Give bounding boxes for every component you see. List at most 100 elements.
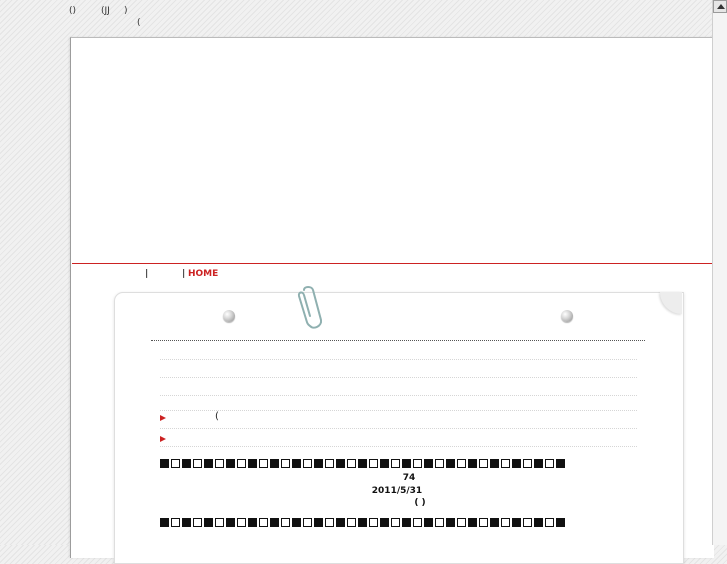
header-text-4: (: [137, 18, 141, 28]
square-mark: [325, 459, 334, 468]
paperclip-icon: [297, 286, 323, 329]
square-mark: [237, 518, 246, 527]
square-mark: [281, 518, 290, 527]
square-mark: [292, 518, 301, 527]
square-mark: [193, 518, 202, 527]
ruled-line: [160, 428, 637, 429]
home-link[interactable]: HOME: [188, 269, 218, 279]
square-mark: [501, 459, 510, 468]
header-text-1: (): [69, 6, 77, 16]
square-mark: [413, 518, 422, 527]
square-mark: [314, 459, 323, 468]
ruled-line: [160, 395, 637, 396]
square-mark: [435, 518, 444, 527]
square-mark: [347, 518, 356, 527]
square-mark: [501, 518, 510, 527]
square-mark: [347, 459, 356, 468]
square-mark: [545, 518, 554, 527]
square-mark: [402, 459, 411, 468]
square-mark: [402, 518, 411, 527]
square-mark: [391, 518, 400, 527]
square-mark: [336, 518, 345, 527]
square-mark: [446, 518, 455, 527]
square-mark: [270, 459, 279, 468]
square-mark: [534, 518, 543, 527]
paren-text: ( ): [414, 498, 426, 508]
nav-separator: |: [145, 269, 149, 279]
header-divider: [72, 263, 713, 264]
pin-icon: [223, 310, 235, 322]
square-mark: [424, 518, 433, 527]
square-mark: [446, 459, 455, 468]
square-mark: [237, 459, 246, 468]
triangle-bullet-icon: [160, 436, 166, 442]
nav-separator: |: [182, 269, 186, 279]
square-mark: [270, 518, 279, 527]
square-mark: [182, 518, 191, 527]
square-mark: [303, 518, 312, 527]
square-mark: [248, 459, 257, 468]
square-mark: [556, 518, 565, 527]
square-mark: [281, 459, 290, 468]
square-mark: [424, 459, 433, 468]
square-mark: [391, 459, 400, 468]
square-mark: [171, 459, 180, 468]
square-mark: [292, 459, 301, 468]
square-mark: [193, 459, 202, 468]
square-mark: [215, 459, 224, 468]
square-mark: [336, 459, 345, 468]
square-mark: [369, 459, 378, 468]
square-mark: [556, 459, 565, 468]
square-mark: [182, 459, 191, 468]
square-mark: [160, 518, 169, 527]
square-mark: [457, 518, 466, 527]
square-mark: [468, 518, 477, 527]
square-mark: [226, 518, 235, 527]
square-mark: [259, 459, 268, 468]
square-mark: [303, 459, 312, 468]
ruled-line: [160, 359, 637, 360]
scroll-up-arrow-icon[interactable]: [713, 0, 727, 13]
card-title-divider: [151, 340, 645, 341]
square-mark: [512, 518, 521, 527]
square-mark: [358, 518, 367, 527]
square-mark: [358, 459, 367, 468]
date-text: 2011/5/31: [371, 486, 423, 496]
square-mark: [490, 459, 499, 468]
square-mark: [479, 518, 488, 527]
pin-icon: [561, 310, 573, 322]
square-mark: [325, 518, 334, 527]
square-mark: [314, 518, 323, 527]
square-mark: [479, 459, 488, 468]
square-mark: [545, 459, 554, 468]
count-value: 74: [402, 473, 416, 483]
list-item-text: (: [215, 411, 219, 422]
square-mark: [490, 518, 499, 527]
square-mark: [380, 518, 389, 527]
square-mark: [215, 518, 224, 527]
header-text-3: ): [124, 6, 128, 16]
square-mark: [369, 518, 378, 527]
triangle-bullet-icon: [160, 415, 166, 421]
vertical-scrollbar[interactable]: [712, 0, 727, 545]
square-mark: [413, 459, 422, 468]
square-mark: [534, 459, 543, 468]
square-mark: [457, 459, 466, 468]
square-divider: [160, 518, 565, 527]
ruled-line: [160, 410, 637, 411]
square-mark: [512, 459, 521, 468]
ruled-line: [160, 377, 637, 378]
square-mark: [523, 518, 532, 527]
square-mark: [468, 459, 477, 468]
square-mark: [435, 459, 444, 468]
square-mark: [204, 518, 213, 527]
square-mark: [226, 459, 235, 468]
square-mark: [523, 459, 532, 468]
square-mark: [160, 459, 169, 468]
square-mark: [171, 518, 180, 527]
header-text-2: (JJ: [101, 6, 110, 16]
square-mark: [259, 518, 268, 527]
square-mark: [380, 459, 389, 468]
ruled-line: [160, 446, 637, 447]
square-divider: [160, 459, 565, 468]
